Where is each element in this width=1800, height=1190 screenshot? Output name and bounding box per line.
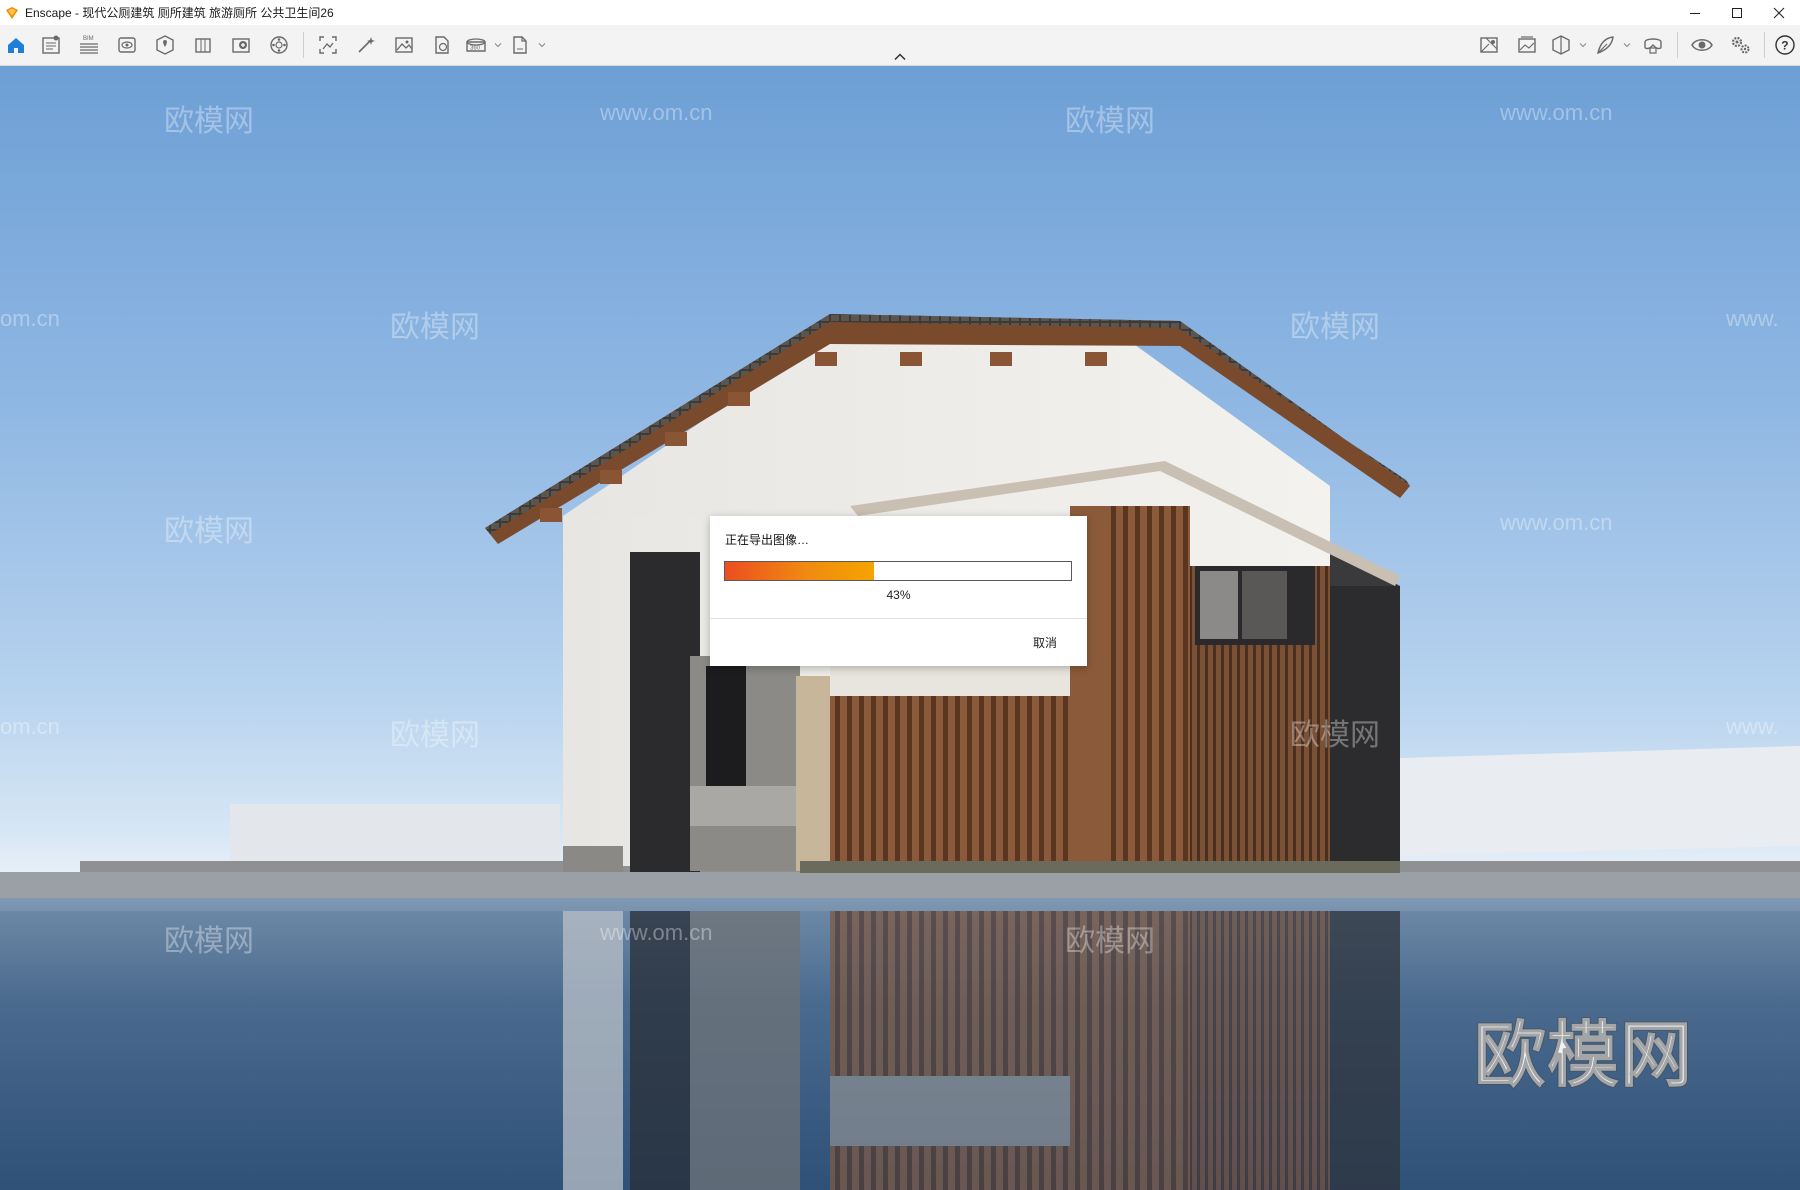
watermark-text: 欧模网 [1290,719,1380,752]
watermark-url: www.om.cn [1500,100,1613,125]
video-dropdown-button[interactable] [491,25,505,65]
feather-icon [1597,36,1614,55]
progress-bar [724,561,1072,581]
watermark-url: www.om.cn [600,920,713,945]
vr-headset-icon [1644,38,1662,54]
views-icon [42,35,60,54]
toolbar-separator [1677,32,1678,58]
cube-view-dropdown-button[interactable] [1576,25,1590,65]
minimize-icon [1690,12,1700,14]
watermark-text: 欧模网 [1065,925,1155,958]
visual-settings-button[interactable] [108,25,146,65]
settings-icon [1731,36,1750,54]
help-button[interactable]: ? [1770,25,1800,65]
site-context-icon [156,35,174,55]
cube-view-icon [1552,35,1570,55]
home-icon [8,38,24,53]
minimize-button[interactable] [1674,0,1716,25]
chevron-down-icon [1623,43,1631,48]
settings-button[interactable] [1721,25,1759,65]
enscape-logo-icon [5,6,19,20]
watermark-url: www.om.cn [1500,510,1613,535]
progress-bar-fill [725,562,874,580]
home-button[interactable] [0,25,32,65]
close-button[interactable] [1758,0,1800,25]
svg-text:360: 360 [470,46,481,52]
chevron-down-icon [538,43,546,48]
asset-library-button[interactable] [222,25,260,65]
watermark-url: www. [1726,306,1779,331]
material-editor-icon [195,38,211,53]
atmosphere-button[interactable] [260,25,298,65]
image-export-icon [395,37,413,53]
toolbar-separator [303,32,304,58]
export-file-button[interactable] [505,25,535,65]
chevron-up-icon [894,53,906,61]
panorama-button[interactable] [423,25,461,65]
progress-percent: 43% [886,588,911,602]
visual-settings-icon [118,37,136,53]
image-export-button[interactable] [385,25,423,65]
watermark-url: om.cn [0,714,60,739]
dialog-title: 正在导出图像… [725,533,810,547]
watermark-text: 欧模网 [164,105,254,138]
watermark-url: om.cn [0,306,60,331]
watermark-text: 欧模网 [164,515,254,548]
panorama-icon [435,36,449,54]
export-dropdown-button[interactable] [535,25,549,65]
atmosphere-icon [270,36,288,54]
watermark-text: 欧模网 [1290,311,1380,344]
maximize-button[interactable] [1716,0,1758,25]
eye-button[interactable] [1683,25,1721,65]
enscape-window: Enscape - 现代公厕建筑 厕所建筑 旅游厕所 公共卫生间26 BIM 3… [0,0,1800,1190]
toolbar-right-group: ? [1470,25,1800,65]
screenshot-button[interactable] [309,25,347,65]
screenshot-icon [319,36,337,54]
batch-render-icon [358,37,375,53]
vr-headset-button[interactable] [1634,25,1672,65]
toolbar-separator [1764,32,1765,58]
bim-icon: BIM [80,36,98,54]
map-icon [1480,37,1498,53]
maximize-icon [1732,7,1742,18]
watermark-url: www.om.cn [600,100,713,125]
video-icon: 360 [466,38,486,52]
dialog-divider [710,618,1087,619]
chevron-down-icon [494,43,502,48]
views-button[interactable] [32,25,70,65]
toolbar-left-group: BIM 360 [0,25,549,65]
site-context-button[interactable] [146,25,184,65]
export-file-icon [513,36,527,54]
bim-button[interactable]: BIM [70,25,108,65]
window-controls [1674,0,1800,25]
watermark-text: 欧模网 [390,719,480,752]
help-icon: ? [1775,35,1795,55]
map-button[interactable] [1470,25,1508,65]
brand-watermark: 欧模网 [1473,1015,1694,1097]
watermark-url: www. [1726,714,1779,739]
material-editor-button[interactable] [184,25,222,65]
feather-dropdown-button[interactable] [1620,25,1634,65]
video-button[interactable]: 360 [461,25,491,65]
cube-view-button[interactable] [1546,25,1576,65]
asset-library-icon [232,38,250,53]
window-title: Enscape - 现代公厕建筑 厕所建筑 旅游厕所 公共卫生间26 [25,6,334,20]
feather-button[interactable] [1590,25,1620,65]
watermark-text: 欧模网 [1065,105,1155,138]
batch-render-button[interactable] [347,25,385,65]
gallery-icon [1518,36,1536,53]
watermark-text: 欧模网 [164,925,254,958]
collapse-toolbar-button[interactable] [890,50,910,64]
cancel-button[interactable]: 取消 [1033,634,1057,651]
export-progress-dialog: 正在导出图像… 43% 取消 [710,516,1087,666]
eye-icon [1691,39,1713,51]
help-label: ? [1781,39,1788,53]
watermark-text: 欧模网 [390,311,480,344]
gallery-button[interactable] [1508,25,1546,65]
bim-label: BIM [83,36,94,42]
chevron-down-icon [1579,43,1587,48]
close-icon [1773,7,1785,18]
title-bar: Enscape - 现代公厕建筑 厕所建筑 旅游厕所 公共卫生间26 [0,0,1800,26]
